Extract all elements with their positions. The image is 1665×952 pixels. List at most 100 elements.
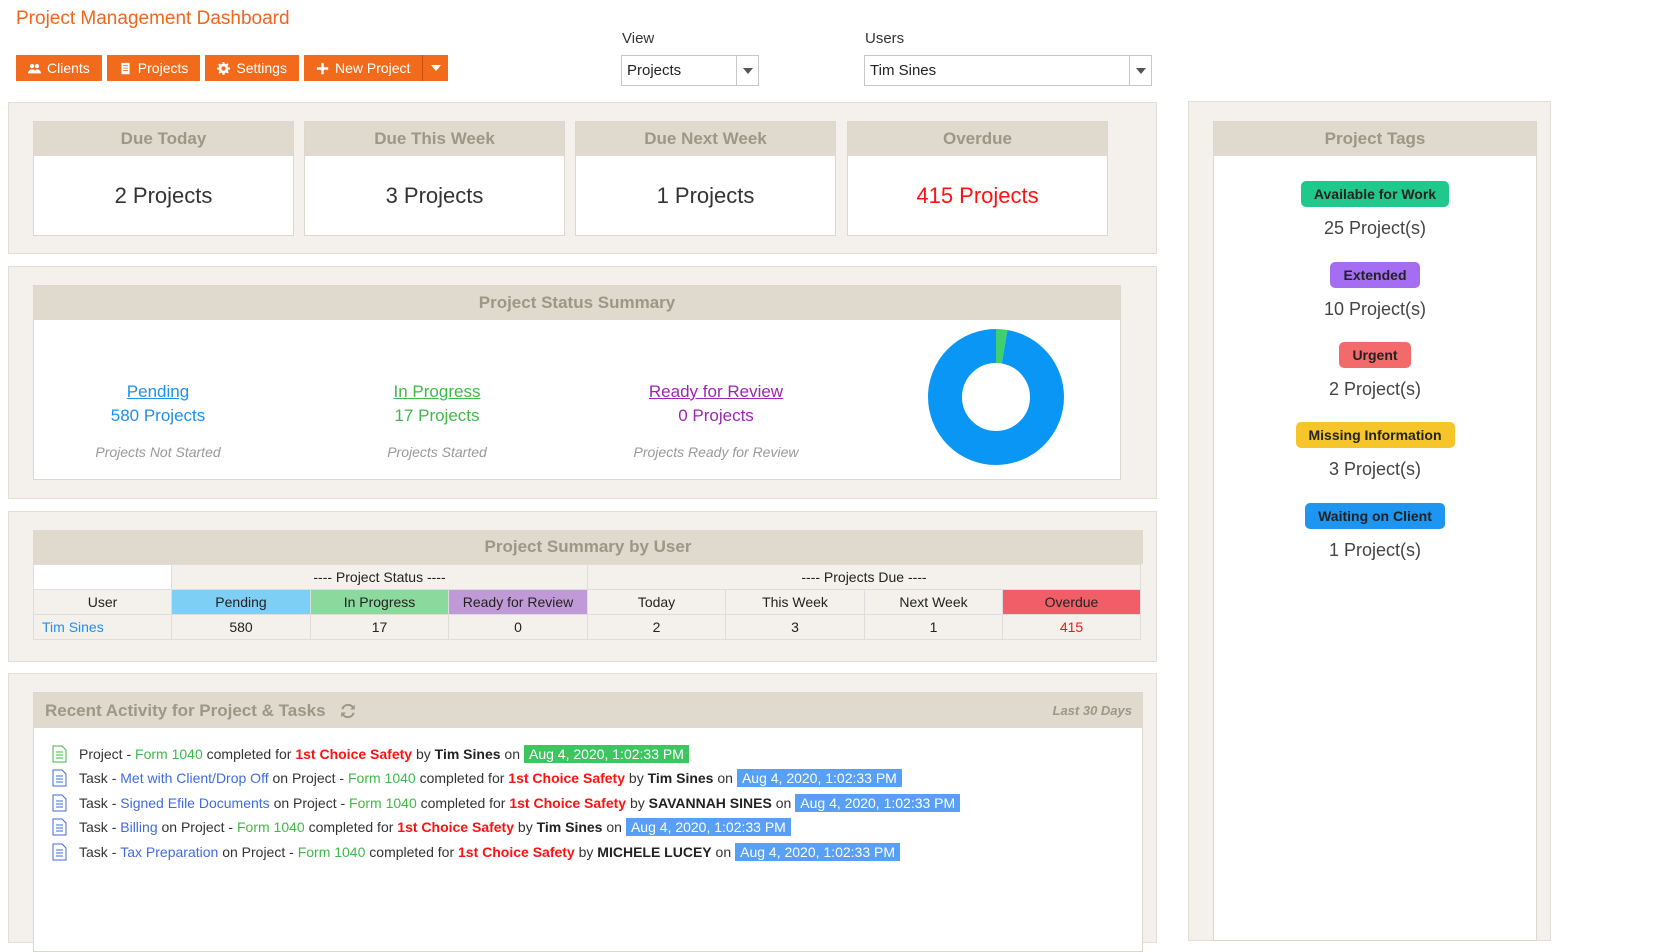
- tag-badge[interactable]: Missing Information: [1295, 422, 1455, 448]
- by-text: by: [578, 844, 594, 860]
- col-ready-for-review: Ready for Review: [448, 589, 588, 615]
- timestamp-badge: Aug 4, 2020, 1:02:33 PM: [735, 843, 900, 861]
- user-summary-table: ---- Project Status ---- ---- Projects D…: [33, 564, 1141, 640]
- table-group-blank: [33, 564, 172, 590]
- users-select-value: Tim Sines: [870, 62, 937, 79]
- document-icon: [121, 62, 130, 74]
- user-summary-card: Project Summary by User ---- Project Sta…: [33, 530, 1143, 643]
- task-link[interactable]: Met with Client/Drop Off: [120, 770, 268, 786]
- new-project-dropdown-button[interactable]: [422, 55, 449, 81]
- projects-button[interactable]: Projects: [106, 55, 201, 81]
- activity-type: Task: [79, 819, 108, 835]
- on-project-text: on Project -: [272, 770, 345, 786]
- by-text: by: [415, 746, 431, 762]
- in-progress-link[interactable]: In Progress: [307, 382, 567, 402]
- new-project-split-button: New Project: [303, 55, 449, 81]
- overdue-title: Overdue: [848, 122, 1107, 156]
- due-panel: Due Today 2 Projects Due This Week 3 Pro…: [8, 102, 1157, 254]
- user-link[interactable]: Tim Sines: [33, 614, 172, 640]
- due-this-week-card: Due This Week 3 Projects: [304, 121, 565, 236]
- status-pending: Pending 580 Projects Projects Not Starte…: [28, 382, 288, 460]
- tags-panel: Project Tags Available for Work 25 Proje…: [1188, 101, 1551, 941]
- cell-next-week: 1: [864, 614, 1003, 640]
- due-next-week-card: Due Next Week 1 Projects: [575, 121, 836, 236]
- col-this-week: This Week: [725, 589, 865, 615]
- activity-header: Recent Activity for Project & Tasks Last…: [34, 693, 1142, 728]
- group-project-status: ---- Project Status ----: [171, 564, 588, 590]
- on-text: on: [606, 819, 622, 835]
- actor-name: Tim Sines: [536, 819, 603, 835]
- project-link[interactable]: Form 1040: [298, 844, 366, 860]
- client-link[interactable]: 1st Choice Safety: [458, 844, 575, 860]
- tag-item: Waiting on Client 1 Project(s): [1214, 503, 1536, 561]
- donut-slice-pending: [928, 329, 1064, 465]
- cell-overdue: 415: [1002, 614, 1141, 640]
- task-link[interactable]: Signed Efile Documents: [120, 795, 269, 811]
- on-project-text: on Project -: [161, 819, 234, 835]
- due-next-week-title: Due Next Week: [576, 122, 835, 156]
- project-link[interactable]: Form 1040: [348, 770, 416, 786]
- on-project-text: on Project -: [222, 844, 294, 860]
- tag-count: 25 Project(s): [1323, 218, 1427, 238]
- actor-name: SAVANNAH SINES: [648, 795, 772, 811]
- tag-item: Extended 10 Project(s): [1214, 262, 1536, 320]
- tag-badge[interactable]: Extended: [1330, 262, 1420, 288]
- on-project-text: on Project -: [273, 795, 346, 811]
- due-this-week-value: 3 Projects: [385, 183, 484, 208]
- on-text: on: [775, 795, 792, 811]
- table-group-row: ---- Project Status ---- ---- Projects D…: [33, 564, 1141, 590]
- by-text: by: [628, 770, 644, 786]
- client-link[interactable]: 1st Choice Safety: [295, 746, 412, 762]
- in-progress-subtitle: Projects Started: [387, 444, 487, 460]
- new-project-button[interactable]: New Project: [303, 55, 423, 81]
- dash-text: -: [111, 795, 117, 811]
- project-link[interactable]: Form 1040: [237, 819, 305, 835]
- view-select-toggle[interactable]: [736, 56, 758, 85]
- list-item: Task - Billing on Project - Form 1040 co…: [52, 818, 791, 836]
- tag-count: 1 Project(s): [1328, 540, 1422, 560]
- clients-button[interactable]: Clients: [16, 55, 102, 81]
- task-link[interactable]: Billing: [120, 819, 157, 835]
- col-pending: Pending: [171, 589, 311, 615]
- status-review: Ready for Review 0 Projects Projects Rea…: [586, 382, 846, 460]
- task-link[interactable]: Tax Preparation: [120, 844, 218, 860]
- list-item: Task - Signed Efile Documents on Project…: [52, 794, 961, 812]
- toolbar: Clients Projects Settings New Project: [16, 55, 449, 81]
- project-link[interactable]: Form 1040: [349, 795, 417, 811]
- dash-text: -: [111, 819, 117, 835]
- activity-title: Recent Activity for Project & Tasks: [45, 700, 326, 720]
- cell-today: 2: [587, 614, 726, 640]
- refresh-icon[interactable]: [340, 703, 356, 719]
- timestamp-badge: Aug 4, 2020, 1:02:33 PM: [524, 745, 689, 763]
- timestamp-badge: Aug 4, 2020, 1:02:33 PM: [625, 818, 791, 836]
- col-today: Today: [587, 589, 726, 615]
- client-link[interactable]: 1st Choice Safety: [397, 819, 514, 835]
- due-today-value: 2 Projects: [114, 183, 213, 208]
- tag-count: 3 Project(s): [1328, 459, 1422, 479]
- actor-name: Tim Sines: [647, 770, 714, 786]
- view-select[interactable]: Projects: [621, 55, 759, 86]
- users-select-toggle[interactable]: [1129, 56, 1151, 85]
- tag-badge[interactable]: Urgent: [1339, 342, 1411, 368]
- project-link[interactable]: Form 1040: [135, 746, 203, 762]
- col-in-progress: In Progress: [310, 589, 449, 615]
- activity-card: Recent Activity for Project & Tasks Last…: [33, 692, 1143, 952]
- on-text: on: [504, 746, 520, 762]
- tag-badge[interactable]: Waiting on Client: [1305, 503, 1445, 529]
- pending-subtitle: Projects Not Started: [95, 444, 221, 460]
- review-link[interactable]: Ready for Review: [586, 382, 846, 402]
- pending-link[interactable]: Pending: [28, 382, 288, 402]
- plus-icon: [316, 62, 329, 74]
- cell-pending: 580: [171, 614, 311, 640]
- page-title: Project Management Dashboard: [16, 8, 290, 29]
- client-link[interactable]: 1st Choice Safety: [508, 770, 625, 786]
- users-select[interactable]: Tim Sines: [864, 55, 1152, 86]
- projects-label: Projects: [137, 60, 189, 76]
- cell-this-week: 3: [725, 614, 865, 640]
- tag-badge[interactable]: Available for Work: [1300, 181, 1450, 207]
- client-link[interactable]: 1st Choice Safety: [509, 795, 626, 811]
- table-header-row: User Pending In Progress Ready for Revie…: [33, 589, 1141, 615]
- in-progress-count: 17 Projects: [394, 406, 480, 425]
- settings-button[interactable]: Settings: [205, 55, 299, 81]
- activity-type: Task: [79, 795, 108, 811]
